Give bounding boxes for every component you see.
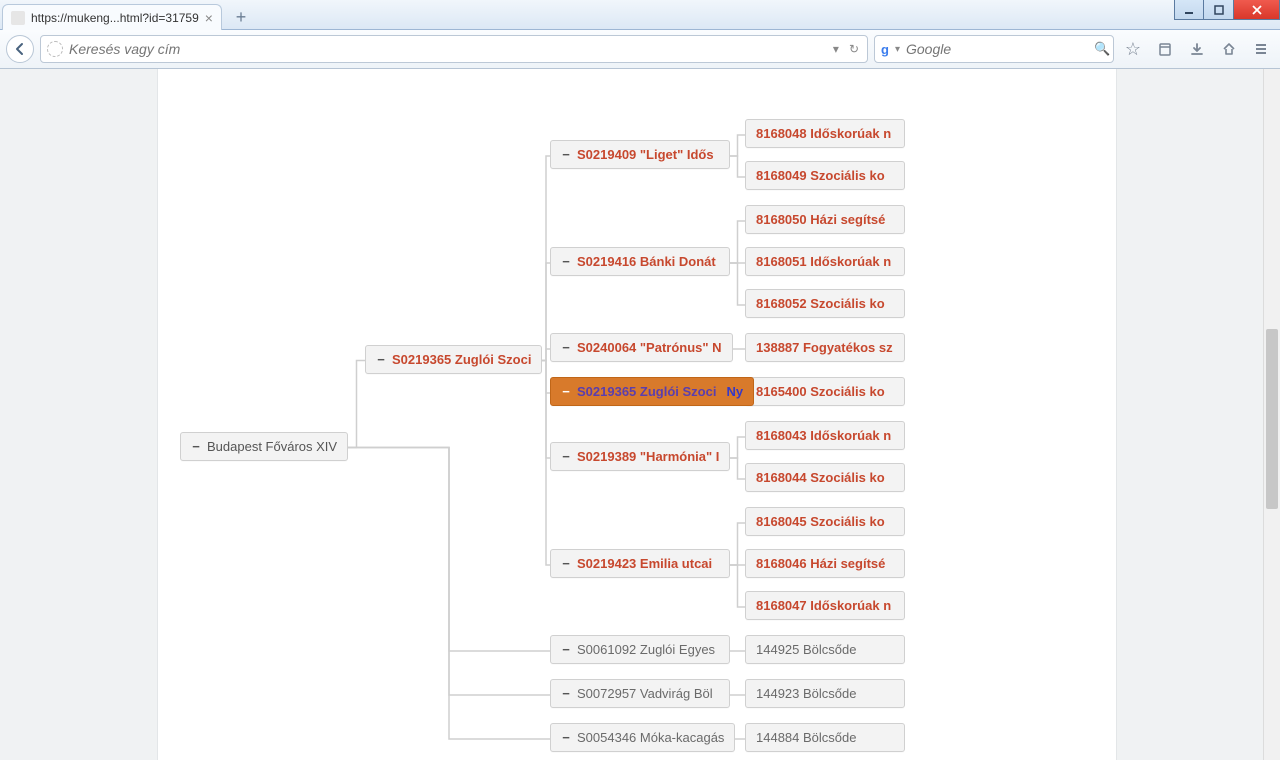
collapse-toggle-icon[interactable]: −: [561, 686, 571, 701]
tree-leaf[interactable]: 8168046 Házi segítsé: [745, 549, 905, 578]
page-content: 8168048 Időskorúak n 8168049 Szociális ko…: [157, 69, 1117, 760]
org-tree: 8168048 Időskorúak n 8168049 Szociális ko…: [170, 89, 1110, 760]
tree-branch[interactable]: −S0219423 Emilia utcai: [550, 549, 730, 578]
tree-leaf[interactable]: 8168043 Időskorúak n: [745, 421, 905, 450]
google-icon: g: [881, 41, 889, 57]
collapse-toggle-icon[interactable]: −: [561, 147, 571, 162]
collapse-toggle-icon[interactable]: −: [561, 556, 571, 571]
tree-node-label: S0219365 Zuglói Szoci: [577, 384, 716, 399]
tree-node-label: 8168044 Szociális ko: [756, 470, 885, 485]
window-titlebar: https://mukeng...html?id=31759 × +: [0, 0, 1280, 30]
globe-icon: [47, 41, 63, 57]
search-input[interactable]: [906, 41, 1088, 57]
tree-root[interactable]: −Budapest Főváros XIV: [180, 432, 348, 461]
collapse-toggle-icon[interactable]: −: [376, 352, 386, 367]
collapse-toggle-icon[interactable]: −: [561, 384, 571, 399]
tree-branch[interactable]: −S0219389 "Harmónia" I: [550, 442, 730, 471]
tree-node-label: S0219389 "Harmónia" I: [577, 449, 719, 464]
tree-node-label: 8168049 Szociális ko: [756, 168, 885, 183]
tree-leaf[interactable]: 8168049 Szociális ko: [745, 161, 905, 190]
tree-node-label: 8168047 Időskorúak n: [756, 598, 891, 613]
search-icon[interactable]: 🔍: [1094, 41, 1110, 57]
tree-node-label: 8168043 Időskorúak n: [756, 428, 891, 443]
maximize-button[interactable]: [1204, 0, 1234, 20]
tree-leaf[interactable]: 8168052 Szociális ko: [745, 289, 905, 318]
tree-leaf[interactable]: 144923 Bölcsőde: [745, 679, 905, 708]
tree-branch[interactable]: −S0219416 Bánki Donát: [550, 247, 730, 276]
tree-node-label: S0219423 Emilia utcai: [577, 556, 712, 571]
window-close-button[interactable]: [1234, 0, 1280, 20]
downloads-icon[interactable]: [1184, 36, 1210, 62]
menu-icon[interactable]: [1248, 36, 1274, 62]
viewport: 8168048 Időskorúak n 8168049 Szociális ko…: [0, 69, 1280, 760]
tree-node-label: 8168046 Házi segítsé: [756, 556, 885, 571]
new-tab-button[interactable]: +: [228, 5, 254, 29]
browser-tab[interactable]: https://mukeng...html?id=31759 ×: [2, 4, 222, 30]
tree-node-label: 8168048 Időskorúak n: [756, 126, 891, 141]
tree-node-label: 144925 Bölcsőde: [756, 642, 856, 657]
tree-node-label: S0061092 Zuglói Egyes: [577, 642, 715, 657]
tree-leaf[interactable]: 8168051 Időskorúak n: [745, 247, 905, 276]
vertical-scrollbar[interactable]: [1263, 69, 1280, 760]
tree-node-label: S0072957 Vadvirág Böl: [577, 686, 713, 701]
tree-node-label: 8168052 Szociális ko: [756, 296, 885, 311]
reload-icon[interactable]: ↻: [847, 42, 861, 56]
library-icon[interactable]: [1152, 36, 1178, 62]
tree-leaf[interactable]: 144925 Bölcsőde: [745, 635, 905, 664]
minimize-button[interactable]: [1174, 0, 1204, 20]
tree-node-label: 8168045 Szociális ko: [756, 514, 885, 529]
favicon-icon: [11, 11, 25, 25]
tree-node-label: S0219365 Zuglói Szoci: [392, 352, 531, 367]
tree-node-suffix: Ny: [726, 384, 743, 399]
window-controls: [1174, 0, 1280, 20]
scrollbar-thumb[interactable]: [1266, 329, 1278, 509]
collapse-toggle-icon[interactable]: −: [561, 340, 571, 355]
tree-branch[interactable]: −S0072957 Vadvirág Böl: [550, 679, 730, 708]
tree-node-label: S0219416 Bánki Donát: [577, 254, 716, 269]
tree-branch[interactable]: −S0054346 Móka-kacagás: [550, 723, 735, 752]
collapse-toggle-icon[interactable]: −: [561, 254, 571, 269]
tree-branch[interactable]: −S0219365 Zuglói Szoci Ny: [550, 377, 754, 406]
tree-node-label: 8168051 Időskorúak n: [756, 254, 891, 269]
tree-leaf[interactable]: 138887 Fogyatékos sz: [745, 333, 905, 362]
address-bar[interactable]: ▾ ↻: [40, 35, 868, 63]
tree-node-label: 144884 Bölcsőde: [756, 730, 856, 745]
tree-node-label: 8168050 Házi segítsé: [756, 212, 885, 227]
tree-leaf[interactable]: 8168044 Szociális ko: [745, 463, 905, 492]
tree-node-label: 138887 Fogyatékos sz: [756, 340, 893, 355]
url-dropdown-icon[interactable]: ▾: [831, 42, 841, 56]
collapse-toggle-icon[interactable]: −: [561, 642, 571, 657]
tree-leaf[interactable]: 8165400 Szociális ko: [745, 377, 905, 406]
tree-branch[interactable]: −S0219409 "Liget" Idős: [550, 140, 730, 169]
tree-branch[interactable]: −S0061092 Zuglói Egyes: [550, 635, 730, 664]
tree-leaf[interactable]: 144884 Bölcsőde: [745, 723, 905, 752]
tree-node-label: 144923 Bölcsőde: [756, 686, 856, 701]
browser-toolbar: ▾ ↻ g ▾ 🔍 ☆: [0, 30, 1280, 69]
tree-branch[interactable]: −S0219365 Zuglói Szoci: [365, 345, 542, 374]
collapse-toggle-icon[interactable]: −: [561, 730, 571, 745]
search-dropdown-icon[interactable]: ▾: [895, 44, 900, 55]
tree-branch[interactable]: −S0240064 "Patrónus" N: [550, 333, 733, 362]
collapse-toggle-icon[interactable]: −: [561, 449, 571, 464]
tree-leaf[interactable]: 8168048 Időskorúak n: [745, 119, 905, 148]
tree-node-label: S0054346 Móka-kacagás: [577, 730, 724, 745]
tree-leaf[interactable]: 8168050 Házi segítsé: [745, 205, 905, 234]
url-input[interactable]: [69, 41, 825, 57]
tree-node-label: 8165400 Szociális ko: [756, 384, 885, 399]
back-button[interactable]: [6, 35, 34, 63]
bookmark-star-icon[interactable]: ☆: [1120, 36, 1146, 62]
search-bar[interactable]: g ▾ 🔍: [874, 35, 1114, 63]
tab-close-icon[interactable]: ×: [205, 10, 213, 26]
tree-node-label: Budapest Főváros XIV: [207, 439, 337, 454]
home-icon[interactable]: [1216, 36, 1242, 62]
tree-node-label: S0240064 "Patrónus" N: [577, 340, 722, 355]
tree-leaf[interactable]: 8168045 Szociális ko: [745, 507, 905, 536]
tree-node-label: S0219409 "Liget" Idős: [577, 147, 714, 162]
tree-leaf[interactable]: 8168047 Időskorúak n: [745, 591, 905, 620]
tab-title: https://mukeng...html?id=31759: [31, 11, 199, 25]
collapse-toggle-icon[interactable]: −: [191, 439, 201, 454]
